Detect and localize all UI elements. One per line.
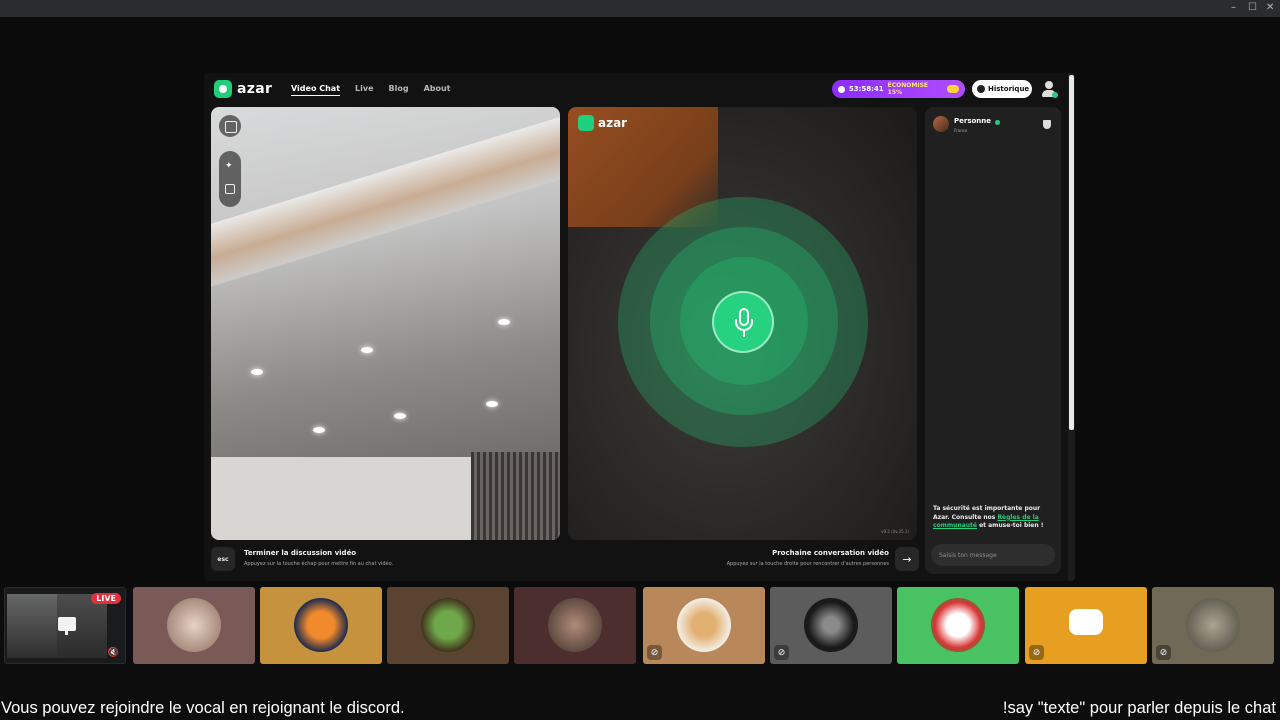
avatar — [931, 598, 985, 652]
participant-tile-self[interactable]: LIVE 🔇 — [4, 587, 126, 664]
mic-muted-icon: ⊘ — [1029, 645, 1044, 660]
mic-muted-icon: ⊘ — [647, 645, 662, 660]
watermark-text: azar — [598, 116, 628, 130]
avatar — [804, 598, 858, 652]
online-dot — [1052, 92, 1058, 98]
window-titlebar: – ☐ ✕ — [0, 0, 1280, 17]
next-chat-subtitle: Appuyez sur la touche droite pour rencon… — [726, 561, 889, 567]
end-chat-subtitle: Appuyez sur la touche échap pour mettre … — [244, 561, 394, 567]
user-profile-icon[interactable] — [1042, 81, 1058, 98]
history-icon — [977, 85, 985, 93]
esc-button[interactable]: esc — [211, 547, 235, 571]
close-button[interactable]: ✕ — [1266, 2, 1274, 14]
participant-tile[interactable] — [897, 587, 1019, 664]
window-blind — [471, 452, 560, 540]
filter-icon[interactable] — [225, 184, 235, 194]
local-video: ✦ — [211, 107, 560, 540]
partner-avatar[interactable] — [933, 116, 949, 132]
microphone-icon — [712, 291, 774, 353]
avatar — [167, 598, 221, 652]
participant-tile[interactable] — [133, 587, 255, 664]
effects-toolbar: ✦ — [219, 151, 241, 207]
screen-share-icon — [58, 617, 76, 635]
chat-message-input[interactable]: Saisis ton message — [931, 544, 1055, 566]
stream-footer: Vous pouvez rejoindre le vocal en rejoig… — [0, 698, 1280, 720]
participant-tile[interactable]: ⊘ — [770, 587, 892, 664]
history-label: Historique — [988, 85, 1030, 93]
nav-links: Video Chat Live Blog About — [291, 84, 451, 96]
mic-stand — [735, 319, 753, 331]
remote-video: azar v9.2 (dv.35.1) — [568, 107, 917, 540]
avatar — [548, 598, 602, 652]
mic-pole — [743, 331, 745, 337]
video-tools: ✦ — [219, 115, 241, 207]
next-arrow-button[interactable]: → — [895, 547, 919, 571]
promo-text: ÉCONOMISE 15% — [887, 82, 929, 96]
mic-muted-icon: ⊘ — [774, 645, 789, 660]
maximize-button[interactable]: ☐ — [1248, 2, 1257, 14]
top-nav: azar Video Chat Live Blog About 53:58:41… — [204, 73, 1068, 105]
partner-country: France — [954, 128, 968, 133]
remote-watermark: azar — [578, 115, 627, 131]
ceiling-spotlight — [486, 401, 498, 407]
promo-timer-badge[interactable]: 53:58:41 ÉCONOMISE 15% — [832, 80, 965, 98]
ceiling-spotlight — [394, 413, 406, 419]
nav-video-chat[interactable]: Video Chat — [291, 84, 341, 96]
coins-icon — [947, 85, 959, 93]
chat-input-placeholder: Saisis ton message — [939, 551, 997, 559]
ceiling-spotlight — [498, 319, 510, 325]
participant-tile[interactable] — [514, 587, 636, 664]
chat-panel: Personne France Ta sécurité est importan… — [925, 107, 1061, 574]
speaker-muted-icon[interactable]: 🔇 — [108, 648, 119, 658]
nav-live[interactable]: Live — [355, 84, 373, 96]
ceiling-spotlight — [313, 427, 325, 433]
ceiling-spotlight — [251, 369, 263, 375]
avatar — [421, 598, 475, 652]
discord-icon — [1069, 609, 1103, 635]
participant-tile[interactable]: ⊘ — [1152, 587, 1274, 664]
say-command-text: !say "texte" pour parler depuis le chat — [1002, 699, 1276, 717]
discord-info-text: Vous pouvez rejoindre le vocal en rejoig… — [1, 699, 405, 717]
partner-name: Personne — [954, 117, 992, 125]
ceiling-light-strip — [211, 107, 560, 288]
safety-text-2: et amuse-toi bien ! — [976, 522, 1044, 529]
expand-icon[interactable] — [219, 115, 241, 137]
call-controls: esc Terminer la discussion vidéo Appuyez… — [211, 543, 919, 575]
avatar — [677, 598, 731, 652]
sparkle-effects-icon[interactable]: ✦ — [225, 161, 233, 171]
avatar — [1186, 598, 1240, 652]
azar-logo-icon — [578, 115, 594, 131]
azar-logo-icon — [214, 80, 232, 98]
scrollbar[interactable] — [1068, 73, 1075, 581]
azar-logo[interactable]: azar — [214, 80, 272, 98]
clock-icon — [838, 85, 845, 93]
verified-badge-icon — [995, 120, 1000, 125]
scrollbar-thumb[interactable] — [1069, 75, 1074, 430]
end-chat-title: Terminer la discussion vidéo — [244, 549, 357, 557]
nav-blog[interactable]: Blog — [389, 84, 409, 96]
azar-app-capture: azar Video Chat Live Blog About 53:58:41… — [204, 73, 1075, 581]
participant-tile[interactable] — [387, 587, 509, 664]
history-button[interactable]: Historique — [972, 80, 1032, 98]
minimize-button[interactable]: – — [1231, 2, 1236, 14]
brand-name: azar — [237, 81, 273, 97]
live-badge: LIVE — [91, 593, 121, 604]
version-text: v9.2 (dv.35.1) — [881, 529, 909, 534]
timer-value: 53:58:41 — [848, 85, 884, 93]
participant-tile[interactable]: ⊘ — [643, 587, 765, 664]
participant-tile[interactable]: ⊘ — [1025, 587, 1147, 664]
nav-about[interactable]: About — [424, 84, 451, 96]
mic-muted-icon: ⊘ — [1156, 645, 1171, 660]
participant-strip: LIVE 🔇 ⊘ ⊘ ⊘ ⊘ — [0, 587, 1280, 667]
avatar — [294, 598, 348, 652]
shield-icon[interactable] — [1043, 120, 1051, 129]
safety-notice: Ta sécurité est importante pour Azar. Co… — [933, 505, 1057, 531]
next-chat-title: Prochaine conversation vidéo — [772, 549, 889, 557]
participant-tile[interactable] — [260, 587, 382, 664]
ceiling-spotlight — [361, 347, 373, 353]
